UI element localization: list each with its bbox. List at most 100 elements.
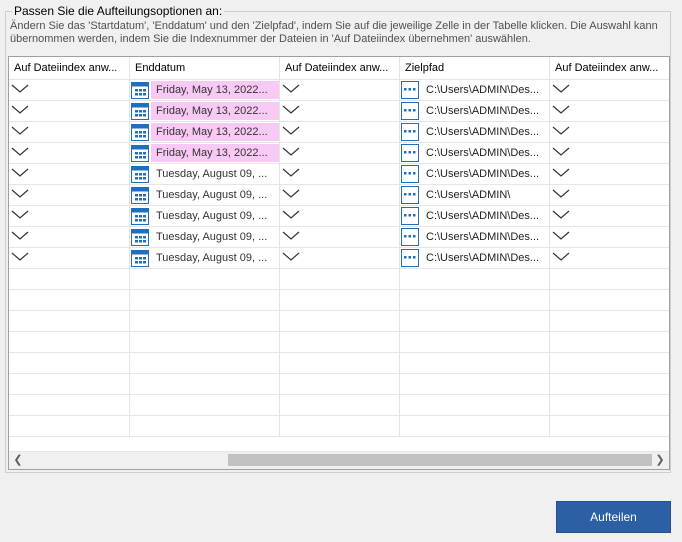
chevron-down-icon[interactable]: [11, 187, 29, 202]
calendar-icon[interactable]: [131, 249, 149, 267]
calendar-icon[interactable]: [131, 165, 149, 183]
apply-index-dropdown[interactable]: [9, 206, 130, 226]
zielpfad-cell[interactable]: C:\Users\ADMIN\Des...: [400, 122, 550, 142]
apply-index-dropdown[interactable]: [9, 185, 130, 205]
table-row[interactable]: Friday, May 13, 2022... C:\Users\ADMIN\De…: [9, 101, 669, 122]
folder-browse-icon[interactable]: [401, 144, 419, 162]
apply-index-dropdown[interactable]: [550, 101, 669, 121]
chevron-down-icon[interactable]: [282, 250, 300, 265]
enddatum-cell[interactable]: Friday, May 13, 2022...: [130, 122, 280, 142]
enddatum-cell[interactable]: Tuesday, August 09, ...: [130, 248, 280, 268]
zielpfad-cell[interactable]: C:\Users\ADMIN\Des...: [400, 80, 550, 100]
apply-index-dropdown[interactable]: [550, 143, 669, 163]
table-row[interactable]: Tuesday, August 09, ... C:\Users\ADMIN\De…: [9, 248, 669, 269]
chevron-down-icon[interactable]: [552, 103, 570, 118]
calendar-icon[interactable]: [131, 81, 149, 99]
chevron-down-icon[interactable]: [11, 229, 29, 244]
chevron-down-icon[interactable]: [282, 187, 300, 202]
apply-index-dropdown[interactable]: [550, 80, 669, 100]
table-row[interactable]: Tuesday, August 09, ... C:\Users\ADMIN\De…: [9, 164, 669, 185]
apply-index-dropdown[interactable]: [9, 164, 130, 184]
table-row[interactable]: Tuesday, August 09, ... C:\Users\ADMIN\De…: [9, 206, 669, 227]
chevron-down-icon[interactable]: [552, 166, 570, 181]
calendar-icon[interactable]: [131, 144, 149, 162]
enddatum-cell[interactable]: Friday, May 13, 2022...: [130, 80, 280, 100]
table-row[interactable]: Friday, May 13, 2022... C:\Users\ADMIN\De…: [9, 122, 669, 143]
apply-index-dropdown[interactable]: [280, 101, 400, 121]
chevron-down-icon[interactable]: [11, 250, 29, 265]
chevron-down-icon[interactable]: [11, 166, 29, 181]
zielpfad-cell[interactable]: C:\Users\ADMIN\Des...: [400, 227, 550, 247]
chevron-down-icon[interactable]: [552, 82, 570, 97]
folder-browse-icon[interactable]: [401, 207, 419, 225]
zielpfad-cell[interactable]: C:\Users\ADMIN\Des...: [400, 164, 550, 184]
calendar-icon[interactable]: [131, 228, 149, 246]
enddatum-cell[interactable]: Tuesday, August 09, ...: [130, 206, 280, 226]
folder-browse-icon[interactable]: [401, 102, 419, 120]
folder-browse-icon[interactable]: [401, 165, 419, 183]
apply-index-dropdown[interactable]: [280, 122, 400, 142]
apply-index-dropdown[interactable]: [280, 143, 400, 163]
folder-browse-icon[interactable]: [401, 186, 419, 204]
chevron-down-icon[interactable]: [282, 124, 300, 139]
column-header-apply-index-2[interactable]: Auf Dateiindex anw...: [280, 57, 400, 79]
calendar-icon[interactable]: [131, 207, 149, 225]
scroll-right-icon[interactable]: ❯: [654, 452, 666, 469]
horizontal-scrollbar[interactable]: ❮ ❯: [9, 451, 669, 469]
chevron-down-icon[interactable]: [552, 187, 570, 202]
apply-index-dropdown[interactable]: [280, 185, 400, 205]
chevron-down-icon[interactable]: [11, 103, 29, 118]
aufteilen-button[interactable]: Aufteilen: [556, 501, 671, 533]
chevron-down-icon[interactable]: [11, 208, 29, 223]
chevron-down-icon[interactable]: [282, 166, 300, 181]
chevron-down-icon[interactable]: [282, 208, 300, 223]
calendar-icon[interactable]: [131, 102, 149, 120]
chevron-down-icon[interactable]: [282, 145, 300, 160]
table-row[interactable]: Friday, May 13, 2022... C:\Users\ADMIN\De…: [9, 143, 669, 164]
apply-index-dropdown[interactable]: [280, 164, 400, 184]
table-row[interactable]: Tuesday, August 09, ... C:\Users\ADMIN\De…: [9, 227, 669, 248]
enddatum-cell[interactable]: Tuesday, August 09, ...: [130, 227, 280, 247]
enddatum-cell[interactable]: Friday, May 13, 2022...: [130, 101, 280, 121]
apply-index-dropdown[interactable]: [9, 248, 130, 268]
chevron-down-icon[interactable]: [552, 229, 570, 244]
calendar-icon[interactable]: [131, 186, 149, 204]
chevron-down-icon[interactable]: [282, 229, 300, 244]
chevron-down-icon[interactable]: [282, 82, 300, 97]
column-header-zielpfad[interactable]: Zielpfad: [400, 57, 550, 79]
zielpfad-cell[interactable]: C:\Users\ADMIN\Des...: [400, 101, 550, 121]
zielpfad-cell[interactable]: C:\Users\ADMIN\: [400, 185, 550, 205]
folder-browse-icon[interactable]: [401, 228, 419, 246]
apply-index-dropdown[interactable]: [550, 206, 669, 226]
table-row[interactable]: Tuesday, August 09, ... C:\Users\ADMIN\: [9, 185, 669, 206]
folder-browse-icon[interactable]: [401, 81, 419, 99]
column-header-enddatum[interactable]: Enddatum: [130, 57, 280, 79]
chevron-down-icon[interactable]: [552, 250, 570, 265]
apply-index-dropdown[interactable]: [280, 206, 400, 226]
chevron-down-icon[interactable]: [552, 124, 570, 139]
split-options-table[interactable]: Auf Dateiindex anw... Enddatum Auf Datei…: [8, 56, 670, 470]
apply-index-dropdown[interactable]: [9, 122, 130, 142]
enddatum-cell[interactable]: Friday, May 13, 2022...: [130, 143, 280, 163]
calendar-icon[interactable]: [131, 123, 149, 141]
chevron-down-icon[interactable]: [11, 145, 29, 160]
apply-index-dropdown[interactable]: [9, 143, 130, 163]
scroll-thumb[interactable]: [228, 454, 652, 466]
chevron-down-icon[interactable]: [552, 145, 570, 160]
zielpfad-cell[interactable]: C:\Users\ADMIN\Des...: [400, 206, 550, 226]
folder-browse-icon[interactable]: [401, 123, 419, 141]
apply-index-dropdown[interactable]: [9, 101, 130, 121]
apply-index-dropdown[interactable]: [9, 227, 130, 247]
apply-index-dropdown[interactable]: [280, 227, 400, 247]
apply-index-dropdown[interactable]: [550, 164, 669, 184]
apply-index-dropdown[interactable]: [550, 122, 669, 142]
enddatum-cell[interactable]: Tuesday, August 09, ...: [130, 185, 280, 205]
chevron-down-icon[interactable]: [552, 208, 570, 223]
scroll-left-icon[interactable]: ❮: [12, 452, 24, 469]
column-header-apply-index-3[interactable]: Auf Dateiindex anw...: [550, 57, 669, 79]
zielpfad-cell[interactable]: C:\Users\ADMIN\Des...: [400, 248, 550, 268]
apply-index-dropdown[interactable]: [280, 80, 400, 100]
chevron-down-icon[interactable]: [11, 82, 29, 97]
apply-index-dropdown[interactable]: [550, 185, 669, 205]
chevron-down-icon[interactable]: [282, 103, 300, 118]
